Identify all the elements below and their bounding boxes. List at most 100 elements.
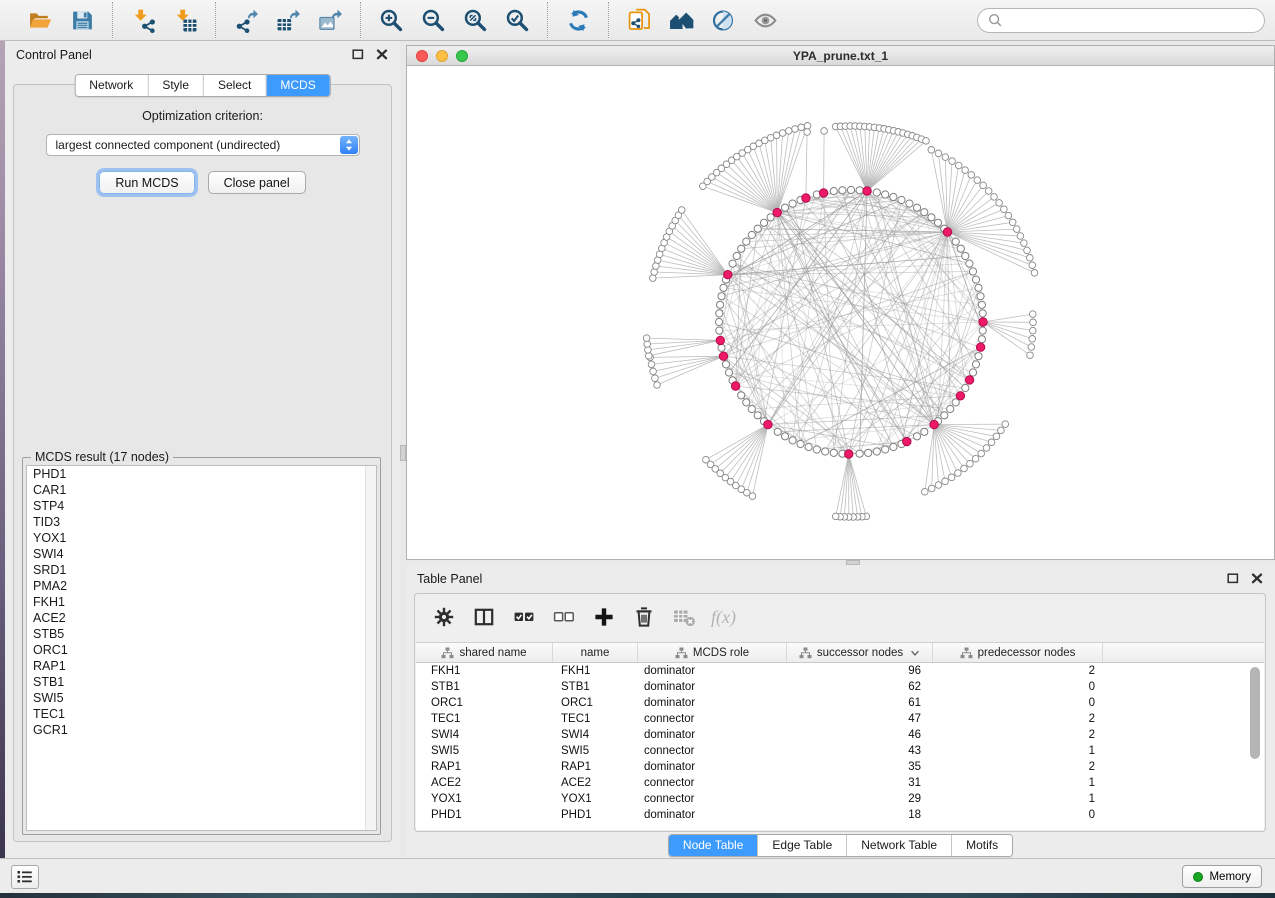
mcds-result-item[interactable]: YOX1 bbox=[27, 530, 376, 546]
mcds-result-item[interactable]: GCR1 bbox=[27, 722, 376, 738]
show-graphics-details-button[interactable] bbox=[744, 4, 786, 36]
mcds-list-scrollbar[interactable] bbox=[365, 466, 376, 830]
zoom-selected-button[interactable] bbox=[496, 4, 538, 36]
float-panel-icon[interactable] bbox=[352, 48, 365, 61]
column-header-successor-nodes[interactable]: successor nodes bbox=[787, 643, 933, 662]
float-table-panel-icon[interactable] bbox=[1227, 572, 1240, 585]
zoom-out-button[interactable] bbox=[412, 4, 454, 36]
settings-icon bbox=[432, 605, 456, 629]
close-window-icon[interactable] bbox=[416, 50, 428, 62]
apply-layout-button[interactable] bbox=[557, 4, 599, 36]
network-graph-svg bbox=[407, 66, 1274, 559]
cell-predecessor_nodes: 2 bbox=[933, 761, 1103, 773]
tab-select[interactable]: Select bbox=[203, 75, 265, 96]
tab-network[interactable]: Network bbox=[75, 75, 147, 96]
destroy-table-icon bbox=[672, 605, 696, 629]
search-icon bbox=[987, 12, 1003, 28]
close-table-panel-icon[interactable] bbox=[1251, 572, 1264, 585]
tab-network-table[interactable]: Network Table bbox=[846, 835, 951, 856]
mcds-result-group: MCDS result (17 nodes) PHD1CAR1STP4TID3Y… bbox=[22, 457, 381, 835]
tab-mcds[interactable]: MCDS bbox=[265, 75, 329, 96]
mcds-result-item[interactable]: PHD1 bbox=[27, 466, 376, 482]
table-scrollbar-thumb[interactable] bbox=[1250, 667, 1260, 759]
table-row[interactable]: RAP1RAP1dominator352 bbox=[416, 759, 1264, 775]
table-row[interactable]: FKH1FKH1dominator962 bbox=[416, 663, 1264, 679]
criterion-select[interactable]: largest connected component (undirected) bbox=[46, 134, 360, 156]
export-network-button[interactable] bbox=[225, 4, 267, 36]
network-canvas[interactable] bbox=[407, 66, 1274, 559]
show-columns-button[interactable] bbox=[469, 602, 499, 632]
cell-name: ACE2 bbox=[553, 777, 638, 789]
cell-name: SWI4 bbox=[553, 729, 638, 741]
mcds-result-item[interactable]: SRD1 bbox=[27, 562, 376, 578]
search-input[interactable] bbox=[1008, 13, 1255, 27]
table-row[interactable]: SWI5SWI5connector431 bbox=[416, 743, 1264, 759]
cell-predecessor_nodes: 0 bbox=[933, 681, 1103, 693]
mcds-result-item[interactable]: RAP1 bbox=[27, 658, 376, 674]
column-header-name[interactable]: name bbox=[553, 643, 638, 662]
table-row[interactable]: SWI4SWI4dominator462 bbox=[416, 727, 1264, 743]
table-scrollbar[interactable] bbox=[1249, 665, 1261, 826]
table-row[interactable]: STB1STB1dominator620 bbox=[416, 679, 1264, 695]
add-column-button[interactable] bbox=[589, 602, 619, 632]
column-header-MCDS-role[interactable]: MCDS role bbox=[638, 643, 787, 662]
maximize-window-icon[interactable] bbox=[456, 50, 468, 62]
show-networks-home-button[interactable] bbox=[660, 4, 702, 36]
mcds-result-item[interactable]: SWI5 bbox=[27, 690, 376, 706]
tab-node-table[interactable]: Node Table bbox=[669, 835, 758, 856]
network-view-window: YPA_prune.txt_1 bbox=[406, 45, 1275, 560]
mcds-result-item[interactable]: TID3 bbox=[27, 514, 376, 530]
table-panel-header: Table Panel bbox=[406, 565, 1275, 592]
mcds-result-item[interactable]: SWI4 bbox=[27, 546, 376, 562]
mcds-result-item[interactable]: FKH1 bbox=[27, 594, 376, 610]
cell-name: TEC1 bbox=[553, 713, 638, 725]
hide-graphics-details-button[interactable] bbox=[702, 4, 744, 36]
open-file-button[interactable] bbox=[19, 4, 61, 36]
column-header-shared-name[interactable]: shared name bbox=[416, 643, 553, 662]
tab-edge-table[interactable]: Edge Table bbox=[757, 835, 846, 856]
cell-predecessor_nodes: 1 bbox=[933, 777, 1103, 789]
mcds-result-item[interactable]: CAR1 bbox=[27, 482, 376, 498]
run-mcds-button[interactable]: Run MCDS bbox=[99, 171, 194, 194]
column-header-predecessor-nodes[interactable]: predecessor nodes bbox=[933, 643, 1103, 662]
unselect-all-rows-button[interactable] bbox=[549, 602, 579, 632]
cell-name: FKH1 bbox=[553, 665, 638, 677]
table-row[interactable]: ACE2ACE2connector311 bbox=[416, 775, 1264, 791]
zoom-in-button[interactable] bbox=[370, 4, 412, 36]
table-row[interactable]: TEC1TEC1connector472 bbox=[416, 711, 1264, 727]
minimize-window-icon[interactable] bbox=[436, 50, 448, 62]
memory-button[interactable]: Memory bbox=[1182, 865, 1262, 888]
table-row[interactable]: YOX1YOX1connector291 bbox=[416, 791, 1264, 807]
destroy-table-button[interactable] bbox=[669, 602, 699, 632]
delete-columns-button[interactable] bbox=[629, 602, 659, 632]
mcds-result-item[interactable]: ACE2 bbox=[27, 610, 376, 626]
mcds-result-item[interactable]: TEC1 bbox=[27, 706, 376, 722]
tab-motifs[interactable]: Motifs bbox=[951, 835, 1012, 856]
close-panel-icon[interactable] bbox=[376, 48, 389, 61]
settings-button[interactable] bbox=[429, 602, 459, 632]
table-row[interactable]: ORC1ORC1dominator610 bbox=[416, 695, 1264, 711]
import-table-button[interactable] bbox=[164, 4, 206, 36]
export-table-button[interactable] bbox=[267, 4, 309, 36]
task-history-button[interactable] bbox=[11, 865, 39, 889]
mcds-result-item[interactable]: PMA2 bbox=[27, 578, 376, 594]
table-row[interactable]: PHD1PHD1dominator180 bbox=[416, 807, 1264, 823]
mcds-result-item[interactable]: STB1 bbox=[27, 674, 376, 690]
cytoscape-app: Control Panel NetworkStyleSelectMCDS Opt… bbox=[0, 0, 1275, 898]
tab-style[interactable]: Style bbox=[147, 75, 203, 96]
select-all-rows-button[interactable] bbox=[509, 602, 539, 632]
mcds-result-item[interactable]: STB5 bbox=[27, 626, 376, 642]
cell-mcds_role: connector bbox=[638, 713, 787, 725]
zoom-fit-button[interactable] bbox=[454, 4, 496, 36]
network-file-button[interactable] bbox=[618, 4, 660, 36]
import-network-button[interactable] bbox=[122, 4, 164, 36]
cell-predecessor_nodes: 1 bbox=[933, 793, 1103, 805]
function-builder-icon[interactable]: f(x) bbox=[709, 607, 736, 628]
mcds-result-list[interactable]: PHD1CAR1STP4TID3YOX1SWI4SRD1PMA2FKH1ACE2… bbox=[26, 465, 377, 831]
export-table-icon bbox=[276, 8, 301, 33]
mcds-result-item[interactable]: STP4 bbox=[27, 498, 376, 514]
mcds-result-item[interactable]: ORC1 bbox=[27, 642, 376, 658]
export-image-button[interactable] bbox=[309, 4, 351, 36]
close-panel-button[interactable]: Close panel bbox=[208, 171, 306, 194]
save-session-button[interactable] bbox=[61, 4, 103, 36]
